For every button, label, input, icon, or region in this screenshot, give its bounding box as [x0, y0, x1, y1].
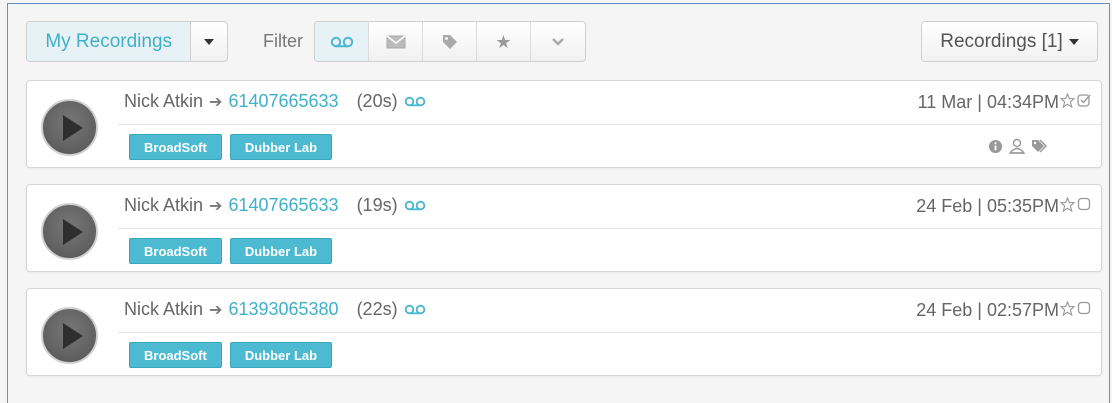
- voicemail-icon: [330, 36, 353, 47]
- info-icon[interactable]: [988, 139, 1003, 154]
- star-outline-icon[interactable]: [1060, 197, 1075, 212]
- arrow-right-icon: ➔: [209, 93, 223, 111]
- call-info: Nick Atkin ➔ 61407665633 (19s): [124, 195, 426, 216]
- toolbar: My Recordings Filter ★ Recordings [1]: [26, 21, 1102, 63]
- tag-list: BroadSoft Dubber Lab: [129, 134, 333, 160]
- phone-number-link[interactable]: 61407665633: [228, 91, 338, 112]
- tag[interactable]: Dubber Lab: [229, 342, 333, 368]
- voicemail-icon: [404, 200, 425, 211]
- tags-icon[interactable]: [1031, 138, 1051, 154]
- mail-icon: [386, 34, 405, 48]
- tag[interactable]: Dubber Lab: [229, 238, 333, 264]
- my-recordings-caret[interactable]: [191, 22, 227, 61]
- caret-down-icon: [204, 38, 215, 45]
- tag-list: BroadSoft Dubber Lab: [129, 238, 333, 264]
- duration: (20s): [356, 91, 398, 111]
- filter-mail-button[interactable]: [369, 22, 423, 61]
- phone-number-link[interactable]: 61407665633: [228, 195, 338, 216]
- play-icon: [62, 322, 83, 349]
- tag[interactable]: BroadSoft: [129, 134, 222, 160]
- my-recordings-button[interactable]: My Recordings: [27, 22, 192, 61]
- checkbox-empty-icon[interactable]: [1077, 197, 1091, 211]
- recording-card[interactable]: Nick Atkin ➔ 61407665633 (20s) 11 Mar | …: [26, 80, 1102, 168]
- tag[interactable]: BroadSoft: [129, 238, 222, 264]
- play-button[interactable]: [41, 99, 98, 156]
- card-divider: [118, 228, 1101, 229]
- phone-number-link[interactable]: 61393065380: [228, 299, 338, 320]
- recording-datetime: 24 Feb | 05:35PM: [916, 196, 1059, 216]
- star-outline-icon[interactable]: [1060, 93, 1075, 108]
- tag[interactable]: BroadSoft: [129, 342, 222, 368]
- filter-more-button[interactable]: [531, 22, 585, 61]
- recording-card[interactable]: Nick Atkin ➔ 61407665633 (19s) 24 Feb | …: [26, 184, 1102, 272]
- recording-datetime: 11 Mar | 04:34PM: [917, 92, 1059, 112]
- star-icon: ★: [495, 31, 512, 52]
- checkbox-empty-icon[interactable]: [1077, 301, 1091, 315]
- caller-name: Nick Atkin: [124, 195, 204, 215]
- filter-voicemail-button[interactable]: [315, 22, 369, 61]
- card-divider: [118, 332, 1101, 333]
- checkbox-checked-icon[interactable]: [1077, 93, 1091, 107]
- star-outline-icon[interactable]: [1060, 301, 1075, 316]
- tag[interactable]: Dubber Lab: [229, 134, 333, 160]
- my-recordings-dropdown[interactable]: My Recordings: [26, 21, 228, 62]
- card-action-icons: [988, 138, 1051, 154]
- recording-card[interactable]: Nick Atkin ➔ 61393065380 (22s) 24 Feb | …: [26, 288, 1102, 376]
- play-icon: [62, 114, 83, 141]
- tag-icon: [442, 34, 457, 49]
- arrow-right-icon: ➔: [209, 301, 223, 319]
- filter-button-group: ★: [314, 21, 586, 62]
- tag-list: BroadSoft Dubber Lab: [129, 342, 333, 368]
- recordings-count-label: Recordings [1]: [940, 30, 1063, 52]
- card-divider: [118, 124, 1101, 125]
- caller-name: Nick Atkin: [124, 299, 204, 319]
- play-button[interactable]: [41, 307, 98, 364]
- recording-datetime: 24 Feb | 02:57PM: [916, 300, 1059, 320]
- duration: (19s): [356, 195, 398, 215]
- filter-tag-button[interactable]: [423, 22, 477, 61]
- caller-name: Nick Atkin: [124, 91, 204, 111]
- play-button[interactable]: [41, 203, 98, 260]
- recordings-dropdown-button[interactable]: Recordings [1]: [921, 21, 1098, 62]
- call-info: Nick Atkin ➔ 61393065380 (22s): [124, 299, 426, 320]
- user-share-icon[interactable]: [1008, 138, 1026, 154]
- call-info: Nick Atkin ➔ 61407665633 (20s): [124, 91, 426, 112]
- duration: (22s): [356, 299, 398, 319]
- filter-star-button[interactable]: ★: [477, 22, 531, 61]
- voicemail-icon: [404, 304, 425, 315]
- caret-down-icon: [1068, 38, 1079, 45]
- voicemail-icon: [404, 96, 425, 107]
- filter-label: Filter: [263, 31, 303, 51]
- play-icon: [62, 218, 83, 245]
- chevron-down-icon: [552, 37, 564, 46]
- arrow-right-icon: ➔: [209, 197, 223, 215]
